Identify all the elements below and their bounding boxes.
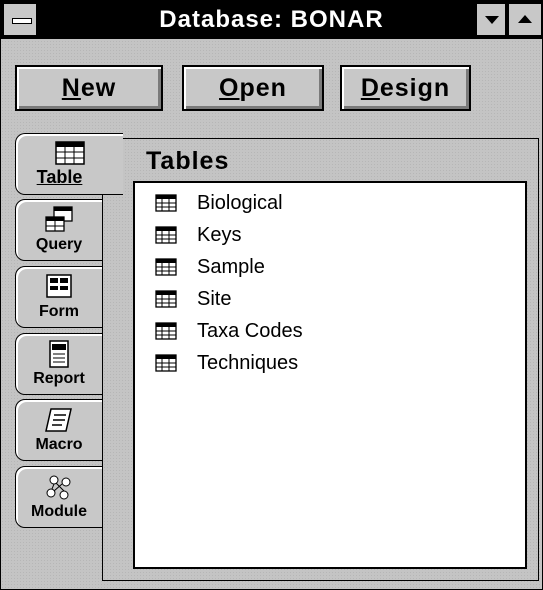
tab-form[interactable]: Form [15, 266, 103, 328]
open-button[interactable]: Open [182, 65, 324, 111]
database-window: Database: BONAR New Open Design Table Qu… [0, 0, 543, 590]
form-icon [46, 274, 72, 298]
tab-label: Table [36, 167, 83, 187]
table-icon [155, 290, 177, 308]
list-item-label: Keys [197, 223, 242, 246]
tables-list[interactable]: Biological Keys Sample Site Taxa Codes T… [133, 181, 527, 569]
maximize-arrow-icon [518, 15, 532, 23]
query-icon [45, 206, 73, 232]
tab-query[interactable]: Query [15, 199, 103, 261]
table-icon [54, 141, 85, 165]
tab-label: Form [39, 303, 79, 320]
list-item-site[interactable]: Site [155, 285, 231, 313]
title-bar[interactable]: Database: BONAR [1, 1, 542, 39]
tab-label: Macro [35, 436, 83, 453]
tab-label: Query [35, 236, 83, 253]
tab-report[interactable]: Report [15, 333, 103, 395]
tab-table[interactable]: Table [15, 133, 123, 195]
list-item-label: Biological [197, 191, 283, 214]
list-item-label: Site [197, 287, 232, 310]
table-icon [155, 354, 177, 372]
list-item-taxa-codes[interactable]: Taxa Codes [155, 317, 303, 345]
table-icon [155, 322, 177, 340]
list-item-label: Sample [197, 255, 265, 278]
minimize-button[interactable] [476, 3, 506, 36]
module-icon [46, 475, 71, 500]
report-icon [49, 340, 69, 368]
tab-label: Module [31, 503, 87, 520]
tab-module[interactable]: Module [15, 466, 103, 528]
panel-title: Tables [146, 147, 230, 175]
table-icon [155, 226, 177, 244]
list-item-label: Techniques [197, 351, 299, 374]
list-item-biological[interactable]: Biological [155, 189, 283, 217]
list-item-techniques[interactable]: Techniques [155, 349, 298, 377]
window-title: Database: BONAR [159, 6, 384, 33]
tab-label: Report [33, 370, 85, 387]
list-item-label: Taxa Codes [197, 319, 303, 342]
list-item-sample[interactable]: Sample [155, 253, 265, 281]
table-icon [155, 194, 177, 212]
macro-icon [45, 408, 72, 432]
tab-macro[interactable]: Macro [15, 399, 103, 461]
design-button[interactable]: Design [340, 65, 471, 111]
list-item-keys[interactable]: Keys [155, 221, 241, 249]
table-icon [155, 258, 177, 276]
new-button[interactable]: New [15, 65, 163, 111]
minimize-arrow-icon [485, 16, 499, 24]
maximize-button[interactable] [508, 3, 542, 36]
